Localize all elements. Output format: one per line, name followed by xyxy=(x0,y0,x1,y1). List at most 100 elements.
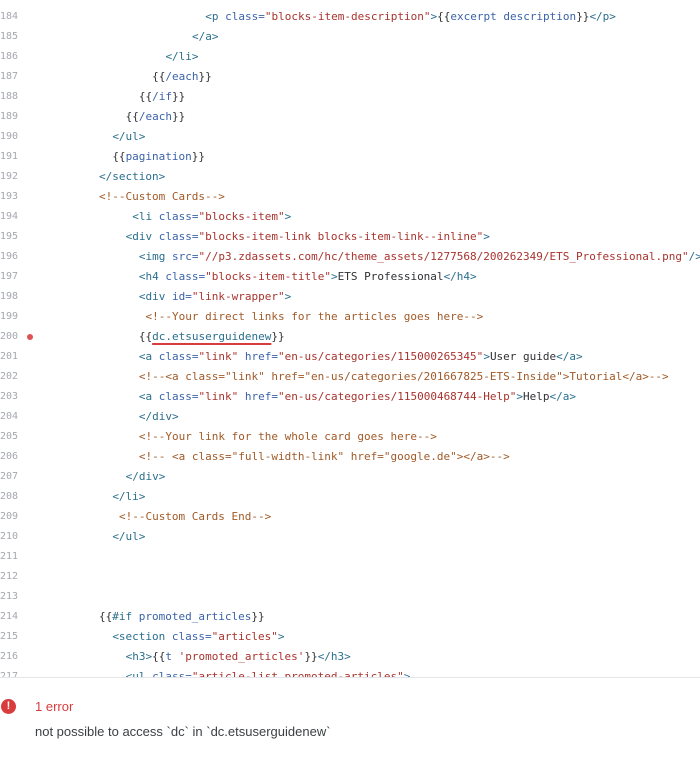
code-token: "link-wrapper" xyxy=(191,290,285,303)
line-number: 185 xyxy=(0,31,19,42)
code-line[interactable]: 213 xyxy=(0,587,700,607)
line-number: 192 xyxy=(0,171,19,182)
line-number: 187 xyxy=(0,71,19,82)
code-line[interactable]: 215 <section class="articles"> xyxy=(0,627,700,647)
code-text: {{#if promoted_articles}} xyxy=(99,607,265,627)
line-number: 198 xyxy=(0,291,19,302)
code-text: <section class="articles"> xyxy=(112,627,284,647)
code-token: class= xyxy=(165,270,206,283)
code-line[interactable]: 209 <!--Custom Cards End--> xyxy=(0,507,700,527)
code-line[interactable]: 196 <img src="//p3.zdassets.com/hc/theme_… xyxy=(0,247,700,267)
line-number: 209 xyxy=(0,511,19,522)
line-number: 212 xyxy=(0,571,19,582)
line-number: 216 xyxy=(0,651,19,662)
code-line[interactable]: 200 {{dc.etsuserguidenew}} xyxy=(0,327,700,347)
error-message[interactable]: not possible to access `dc` in `dc.etsus… xyxy=(35,723,331,740)
code-line[interactable]: 207 </div> xyxy=(0,467,700,487)
code-line[interactable]: 192 </section> xyxy=(0,167,700,187)
code-line[interactable]: 205 <!--Your link for the whole card goes… xyxy=(0,427,700,447)
code-token: src= xyxy=(172,250,199,263)
code-token: /each xyxy=(138,110,172,123)
code-token: /> xyxy=(688,250,700,263)
line-number: 203 xyxy=(0,391,19,402)
code-line[interactable]: 211 xyxy=(0,547,700,567)
code-text: {{/each}} xyxy=(152,67,212,87)
code-text: </ul> xyxy=(112,527,145,547)
code-token: }} xyxy=(191,150,206,163)
code-line[interactable]: 202 <!--<a class="link" href="en-us/categ… xyxy=(0,367,700,387)
code-token: <!-- <a class="full-width-link" href="go… xyxy=(138,450,510,463)
error-gutter-dot-icon[interactable] xyxy=(27,334,33,340)
code-text: <!--Custom Cards End--> xyxy=(119,507,271,527)
code-text: <!--<a class="link" href="en-us/categori… xyxy=(139,367,669,387)
code-line[interactable]: 199 <!--Your direct links for the article… xyxy=(0,307,700,327)
code-token: "blocks-item-description" xyxy=(264,10,431,23)
code-line[interactable]: 197 <h4 class="blocks-item-title">ETS Pro… xyxy=(0,267,700,287)
code-line[interactable]: 191 {{pagination}} xyxy=(0,147,700,167)
code-token: class= xyxy=(171,630,212,643)
code-token: <li xyxy=(132,210,159,223)
code-line[interactable]: 198 <div id="link-wrapper"> xyxy=(0,287,700,307)
code-token: }} xyxy=(251,610,265,623)
code-token: > xyxy=(483,350,490,363)
code-editor[interactable]: 184 <p class="blocks-item-description">{{… xyxy=(0,0,700,678)
line-number: 186 xyxy=(0,51,19,62)
code-token: </section> xyxy=(99,170,166,183)
code-token: > xyxy=(277,630,285,643)
code-token: "blocks-item" xyxy=(198,210,285,223)
code-line[interactable]: 190 </ul> xyxy=(0,127,700,147)
code-token: </a> xyxy=(192,30,219,43)
line-number: 194 xyxy=(0,211,19,222)
code-token: <img xyxy=(138,250,172,263)
code-token: > xyxy=(284,290,292,303)
code-token: </li> xyxy=(165,50,199,63)
code-token: <!--Custom Cards End--> xyxy=(118,510,272,523)
line-number: 214 xyxy=(0,611,19,622)
code-text: <!--Your direct links for the articles g… xyxy=(146,307,484,327)
code-token: </div> xyxy=(125,470,166,483)
line-number: 197 xyxy=(0,271,19,282)
error-count[interactable]: 1 error xyxy=(35,698,73,715)
code-line[interactable]: 201 <a class="link" href="en-us/categorie… xyxy=(0,347,700,367)
code-line[interactable]: 216 <h3>{{t 'promoted_articles'}}</h3> xyxy=(0,647,700,667)
code-token: class= xyxy=(158,210,199,223)
code-text: </section> xyxy=(99,167,165,187)
code-token: href= xyxy=(238,390,278,403)
line-number: 207 xyxy=(0,471,19,482)
code-token: }} xyxy=(271,330,285,343)
code-line[interactable]: 195 <div class="blocks-item-link blocks-i… xyxy=(0,227,700,247)
code-token: {{ xyxy=(152,70,166,83)
code-token: </h4> xyxy=(443,270,477,283)
code-line[interactable]: 187 {{/each}} xyxy=(0,67,700,87)
code-line[interactable]: 206 <!-- <a class="full-width-link" href=… xyxy=(0,447,700,467)
code-line[interactable]: 189 {{/each}} xyxy=(0,107,700,127)
code-token: "en-us/categories/115000265345" xyxy=(278,350,484,363)
code-line[interactable]: 208 </li> xyxy=(0,487,700,507)
code-line[interactable]: 193 <!--Custom Cards--> xyxy=(0,187,700,207)
code-token: <h4 xyxy=(138,270,166,283)
code-token: {{ xyxy=(99,610,113,623)
code-line[interactable]: 184 <p class="blocks-item-description">{{… xyxy=(0,7,700,27)
code-token: href= xyxy=(238,350,278,363)
code-line[interactable]: 214 {{#if promoted_articles}} xyxy=(0,607,700,627)
code-line[interactable]: 204 </div> xyxy=(0,407,700,427)
code-text: <h4 class="blocks-item-title">ETS Profes… xyxy=(139,267,477,287)
line-number: 191 xyxy=(0,151,19,162)
code-line[interactable]: 203 <a class="link" href="en-us/categorie… xyxy=(0,387,700,407)
line-number: 213 xyxy=(0,591,19,602)
code-text: <div id="link-wrapper"> xyxy=(139,287,291,307)
code-line[interactable]: 194 <li class="blocks-item"> xyxy=(0,207,700,227)
code-token: }} xyxy=(576,10,590,23)
code-line[interactable]: 188 {{/if}} xyxy=(0,87,700,107)
code-token: <!--Your direct links for the articles g… xyxy=(145,310,484,323)
line-number: 208 xyxy=(0,491,19,502)
code-line[interactable]: 210 </ul> xyxy=(0,527,700,547)
code-text: {{dc.etsuserguidenew}} xyxy=(139,327,285,347)
code-token: {{ xyxy=(138,330,153,343)
code-text: </div> xyxy=(126,467,166,487)
code-line[interactable]: 212 xyxy=(0,567,700,587)
code-text: <a class="link" href="en-us/categories/1… xyxy=(139,387,576,407)
code-token: "link" xyxy=(198,350,239,363)
code-line[interactable]: 186 </li> xyxy=(0,47,700,67)
code-line[interactable]: 185 </a> xyxy=(0,27,700,47)
